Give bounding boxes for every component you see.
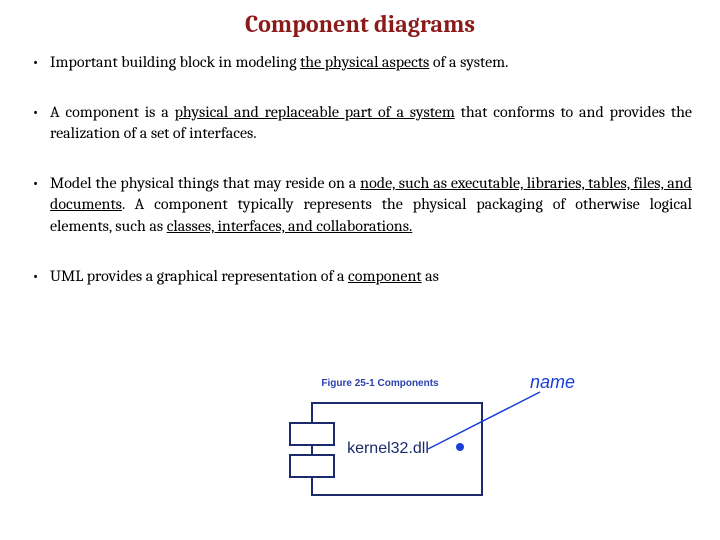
text-run: A component is a [50,103,175,121]
slide-title: Component diagrams [24,10,696,38]
text-run: UML provides a graphical representation … [50,267,348,285]
bullet-item: A component is a physical and replaceabl… [28,102,692,145]
figure: Figure 25-1 Components kernel32.dll [230,378,530,505]
text-run: of a system. [429,53,508,71]
pointer-label: name [530,372,575,393]
text-run: Important building block in modeling [50,53,300,71]
figure-caption: Figure 25-1 Components [230,378,530,389]
text-run: Model the physical things that may resid… [50,174,360,192]
slide: Component diagrams Important building bl… [0,0,720,540]
bullet-item: UML provides a graphical representation … [28,266,692,288]
underline-run: classes, interfaces, and collaborations. [167,217,413,235]
uml-component-icon: kernel32.dll [270,395,490,505]
underline-run: physical and replaceable part of a syste… [175,103,455,121]
underline-run: the physical aspects [300,53,429,71]
bullet-item: Important building block in modeling the… [28,52,692,74]
bullet-item: Model the physical things that may resid… [28,173,692,238]
text-run: as [422,267,439,285]
underline-run: component [348,267,422,285]
bullet-list: Important building block in modeling the… [28,52,692,287]
component-text: kernel32.dll [347,440,429,457]
